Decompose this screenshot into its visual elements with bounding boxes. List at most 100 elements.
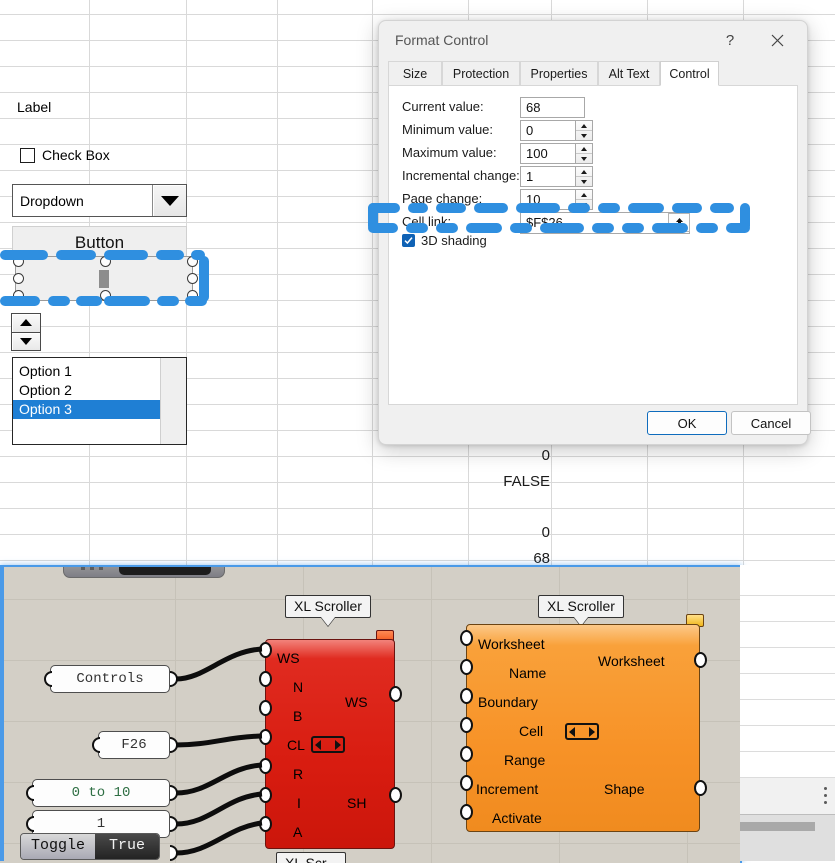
checkbox-box-icon[interactable]	[20, 147, 35, 163]
form-control-checkbox[interactable]: Check Box	[20, 147, 110, 163]
collapse-dialog-icon[interactable]	[668, 213, 690, 232]
form-control-dropdown[interactable]: Dropdown	[12, 184, 187, 217]
node-xl-scroller-red[interactable]: WS N B CL R I A WS SH	[265, 639, 395, 849]
selection-handle[interactable]	[13, 256, 24, 267]
selection-handle[interactable]	[100, 256, 111, 267]
node-input-a[interactable]: A	[293, 824, 302, 840]
node-port-input[interactable]	[259, 758, 272, 774]
incremental-change-input[interactable]: 1	[520, 166, 576, 187]
node-port-input[interactable]	[259, 787, 272, 803]
node-xl-scroller-orange[interactable]: Worksheet Name Boundary Cell Range Incre…	[466, 624, 700, 832]
spinner-down-icon[interactable]	[12, 332, 40, 350]
node-input-increment[interactable]: Increment	[476, 781, 538, 797]
selection-handle[interactable]	[187, 256, 198, 267]
tab-size[interactable]: Size	[388, 61, 442, 85]
maximum-value-input[interactable]: 100	[520, 143, 576, 164]
node-port-output[interactable]	[694, 652, 707, 668]
stepper-down-icon[interactable]	[576, 154, 592, 163]
node-input-activate[interactable]: Activate	[492, 810, 542, 826]
node-port-input[interactable]	[259, 642, 272, 658]
node-port-input[interactable]	[460, 804, 473, 820]
cell-value[interactable]: 0	[470, 447, 550, 464]
stepper-up-icon[interactable]	[576, 144, 592, 153]
node-port-output[interactable]	[389, 787, 402, 803]
listbox-item[interactable]: Option 2	[13, 381, 160, 400]
node-input-i[interactable]: I	[297, 795, 301, 811]
selection-handle[interactable]	[100, 290, 111, 301]
panel-controls[interactable]: Controls	[50, 665, 170, 693]
selection-handle[interactable]	[187, 273, 198, 284]
listbox-item-selected[interactable]: Option 3	[13, 400, 160, 419]
slider-value-port-in[interactable]	[26, 816, 34, 832]
node-port-input[interactable]	[259, 700, 272, 716]
panel-port-in[interactable]	[92, 737, 100, 753]
minimum-value-input[interactable]: 0	[520, 120, 576, 141]
cell-value[interactable]: FALSE	[470, 473, 550, 490]
stepper-up-icon[interactable]	[576, 121, 592, 130]
stepper-up-icon[interactable]	[576, 190, 592, 199]
checkbox-checked-icon[interactable]	[402, 234, 415, 247]
node-input-boundary[interactable]: Boundary	[478, 694, 538, 710]
slider-range-label[interactable]: 0 to 10	[32, 779, 170, 807]
listbox-scrollbar[interactable]	[160, 358, 186, 444]
node-output-ws[interactable]: WS	[345, 694, 368, 710]
node-output-shape[interactable]: Shape	[604, 781, 644, 797]
minimum-value-stepper[interactable]	[576, 120, 593, 141]
panel-f26[interactable]: F26	[98, 731, 170, 759]
panel-port-out[interactable]	[170, 671, 178, 687]
spinner-up-icon[interactable]	[12, 314, 40, 333]
page-change-input[interactable]: 10	[520, 189, 576, 210]
incremental-change-stepper[interactable]	[576, 166, 593, 187]
maximum-value-stepper[interactable]	[576, 143, 593, 164]
listbox-item[interactable]: Option 1	[13, 362, 160, 381]
grasshopper-canvas[interactable]: XL Scroller WS N B CL R I A WS SH XL Scr…	[0, 565, 742, 863]
panel-port-in[interactable]	[44, 671, 52, 687]
stepper-down-icon[interactable]	[576, 177, 592, 186]
panel-port-out[interactable]	[170, 737, 178, 753]
node-port-output[interactable]	[694, 780, 707, 796]
node-port-input[interactable]	[460, 630, 473, 646]
tab-protection[interactable]: Protection	[442, 61, 520, 85]
selection-handle[interactable]	[187, 290, 198, 301]
node-input-name[interactable]: Name	[509, 665, 546, 681]
help-icon[interactable]: ?	[708, 21, 752, 59]
stepper-down-icon[interactable]	[576, 131, 592, 140]
node-input-ws[interactable]: WS	[277, 650, 300, 666]
slider-value-port-out[interactable]	[170, 816, 178, 832]
tab-properties[interactable]: Properties	[520, 61, 598, 85]
stepper-down-icon[interactable]	[576, 200, 592, 209]
tab-control[interactable]: Control	[660, 61, 719, 86]
node-port-input[interactable]	[259, 729, 272, 745]
toggle-port-out[interactable]	[170, 845, 178, 861]
format-control-dialog[interactable]: Format Control ? Size Protection Propert…	[378, 20, 811, 445]
scrollbar-thumb[interactable]	[99, 269, 109, 288]
node-port-input[interactable]	[460, 717, 473, 733]
dialog-titlebar[interactable]: Format Control ?	[379, 21, 807, 61]
node-input-cell[interactable]: Cell	[519, 723, 543, 739]
node-output-worksheet[interactable]: Worksheet	[598, 653, 665, 669]
cell-value[interactable]: 0	[470, 524, 550, 541]
slider-icon[interactable]	[311, 736, 345, 753]
dialog-tabstrip[interactable]: Size Protection Properties Alt Text Cont…	[388, 61, 798, 86]
field-3d-shading[interactable]: 3D shading	[402, 233, 487, 248]
node-input-r[interactable]: R	[293, 766, 303, 782]
chevron-down-icon[interactable]	[152, 185, 186, 216]
node-port-input[interactable]	[259, 671, 272, 687]
node-input-range[interactable]: Range	[504, 752, 545, 768]
toggle-value[interactable]: True	[95, 834, 160, 859]
cancel-button[interactable]: Cancel	[731, 411, 811, 435]
selection-handle[interactable]	[13, 273, 24, 284]
form-control-button[interactable]: Button	[12, 226, 187, 259]
node-input-n[interactable]: N	[293, 679, 303, 695]
ok-button[interactable]: OK	[647, 411, 727, 435]
form-control-listbox[interactable]: Option 1 Option 2 Option 3	[12, 357, 187, 445]
node-port-input[interactable]	[460, 746, 473, 762]
node-input-cl[interactable]: CL	[287, 737, 305, 753]
node-input-b[interactable]: B	[293, 708, 302, 724]
current-value-input[interactable]: 68	[520, 97, 585, 118]
node-input-worksheet[interactable]: Worksheet	[478, 636, 545, 652]
selection-handle[interactable]	[13, 290, 24, 301]
boolean-toggle[interactable]: Toggle True	[20, 833, 161, 860]
grasshopper-toolbar[interactable]	[63, 567, 225, 578]
node-port-input[interactable]	[460, 775, 473, 791]
